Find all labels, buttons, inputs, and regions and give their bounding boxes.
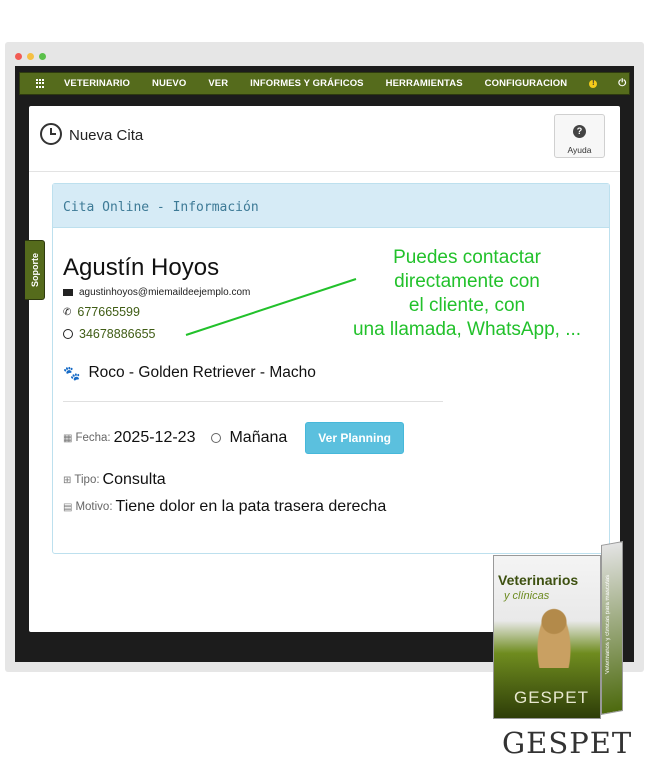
- client-name: Agustín Hoyos: [63, 254, 220, 281]
- question-icon: ?: [573, 125, 586, 138]
- reason-value: Tiene dolor en la pata trasera derecha: [115, 498, 387, 515]
- pet-info: Roco - Golden Retriever - Macho: [88, 364, 316, 381]
- support-tab[interactable]: Soporte: [25, 240, 45, 300]
- type-row: ⊞ Tipo: Consulta: [63, 471, 166, 489]
- time-icon: [211, 433, 222, 443]
- page: VETERINARIO NUEVO VER INFORMES Y GRÁFICO…: [0, 0, 649, 769]
- divider: [63, 401, 443, 402]
- client-email[interactable]: agustinhoyos@miemaildeejemplo.com: [79, 287, 250, 298]
- annotation-line-3: el cliente, con: [408, 295, 526, 316]
- view-planning-button[interactable]: Ver Planning: [305, 422, 404, 454]
- kitten-illustration: [536, 606, 572, 668]
- pet-row: 🐾 Roco - Golden Retriever - Macho: [63, 364, 316, 382]
- help-button[interactable]: ? Ayuda: [554, 114, 605, 158]
- date-value: 2025-12-23: [113, 429, 196, 446]
- client-phone-link[interactable]: 677665599: [77, 305, 140, 319]
- page-title: Nueva Cita: [69, 127, 144, 144]
- product-box-image: Veterinarios y clínicas GESPET Veterinar…: [493, 541, 623, 721]
- date-row: ▦ Fecha: 2025-12-23 Mañana Ver Planning: [63, 422, 404, 454]
- time-value: Mañana: [229, 429, 288, 446]
- minimize-dot[interactable]: [27, 53, 34, 60]
- maximize-dot[interactable]: [39, 53, 46, 60]
- box-side-text: Veterinarios y clínicas para mascotas: [605, 574, 611, 675]
- nav-item-veterinario[interactable]: VETERINARIO: [64, 78, 130, 89]
- annotation-line-2: directamente con: [394, 271, 540, 292]
- client-whatsapp-link[interactable]: 34678886655: [79, 327, 155, 341]
- reason-row: ▤ Motivo: Tiene dolor en la pata trasera…: [63, 498, 386, 516]
- nav-item-ver[interactable]: VER: [208, 78, 228, 89]
- type-label: Tipo:: [74, 474, 100, 486]
- document-icon: ▤: [63, 501, 73, 513]
- power-icon[interactable]: ⏻: [618, 78, 626, 89]
- phone-icon: ✆: [63, 306, 72, 318]
- box-subtitle: y clínicas: [504, 590, 550, 602]
- clock-icon: [40, 123, 62, 145]
- close-dot[interactable]: [15, 53, 22, 60]
- annotation-callout: Puedes contactar directamente con el cli…: [322, 246, 612, 342]
- email-row: agustinhoyos@miemaildeejemplo.com: [63, 287, 250, 298]
- box-front: Veterinarios y clínicas GESPET: [493, 555, 601, 719]
- box-brand: GESPET: [514, 688, 589, 707]
- card-header: Cita Online - Información: [53, 184, 609, 228]
- nav-item-nuevo[interactable]: NUEVO: [152, 78, 186, 89]
- box-title: Veterinarios: [498, 572, 579, 588]
- type-value: Consulta: [102, 471, 166, 488]
- page-header: Nueva Cita ? Ayuda: [29, 106, 620, 172]
- nav-item-configuracion[interactable]: CONFIGURACION: [485, 78, 568, 89]
- help-label: Ayuda: [567, 145, 592, 155]
- gespet-logo: GESPET: [502, 726, 633, 760]
- apps-grid-icon[interactable]: [36, 78, 46, 89]
- whatsapp-row: 34678886655: [63, 327, 155, 341]
- envelope-icon: [63, 289, 73, 296]
- annotation-line-4: una llamada, WhatsApp, ...: [352, 319, 582, 340]
- phone-row: ✆ 677665599: [63, 305, 140, 319]
- nav-item-herramientas[interactable]: HERRAMIENTAS: [386, 78, 463, 89]
- nav-item-informes[interactable]: INFORMES Y GRÁFICOS: [250, 78, 363, 89]
- card-title: Cita Online - Información: [63, 200, 259, 215]
- reason-label: Motivo:: [75, 501, 113, 513]
- medkit-icon: ⊞: [63, 474, 72, 486]
- whatsapp-icon: [63, 329, 73, 339]
- date-label: Fecha:: [75, 432, 111, 444]
- support-tab-label: Soporte: [29, 252, 40, 288]
- box-side: Veterinarios y clínicas para mascotas: [601, 541, 623, 715]
- paw-icon: 🐾: [63, 364, 81, 381]
- calendar-icon: ▦: [63, 432, 73, 444]
- appointment-card: Cita Online - Información Agustín Hoyos …: [52, 183, 610, 554]
- window-controls: [15, 53, 46, 60]
- alert-icon[interactable]: !: [589, 79, 598, 88]
- annotation-line-1: Puedes contactar: [393, 247, 541, 268]
- main-navbar: VETERINARIO NUEVO VER INFORMES Y GRÁFICO…: [19, 72, 630, 95]
